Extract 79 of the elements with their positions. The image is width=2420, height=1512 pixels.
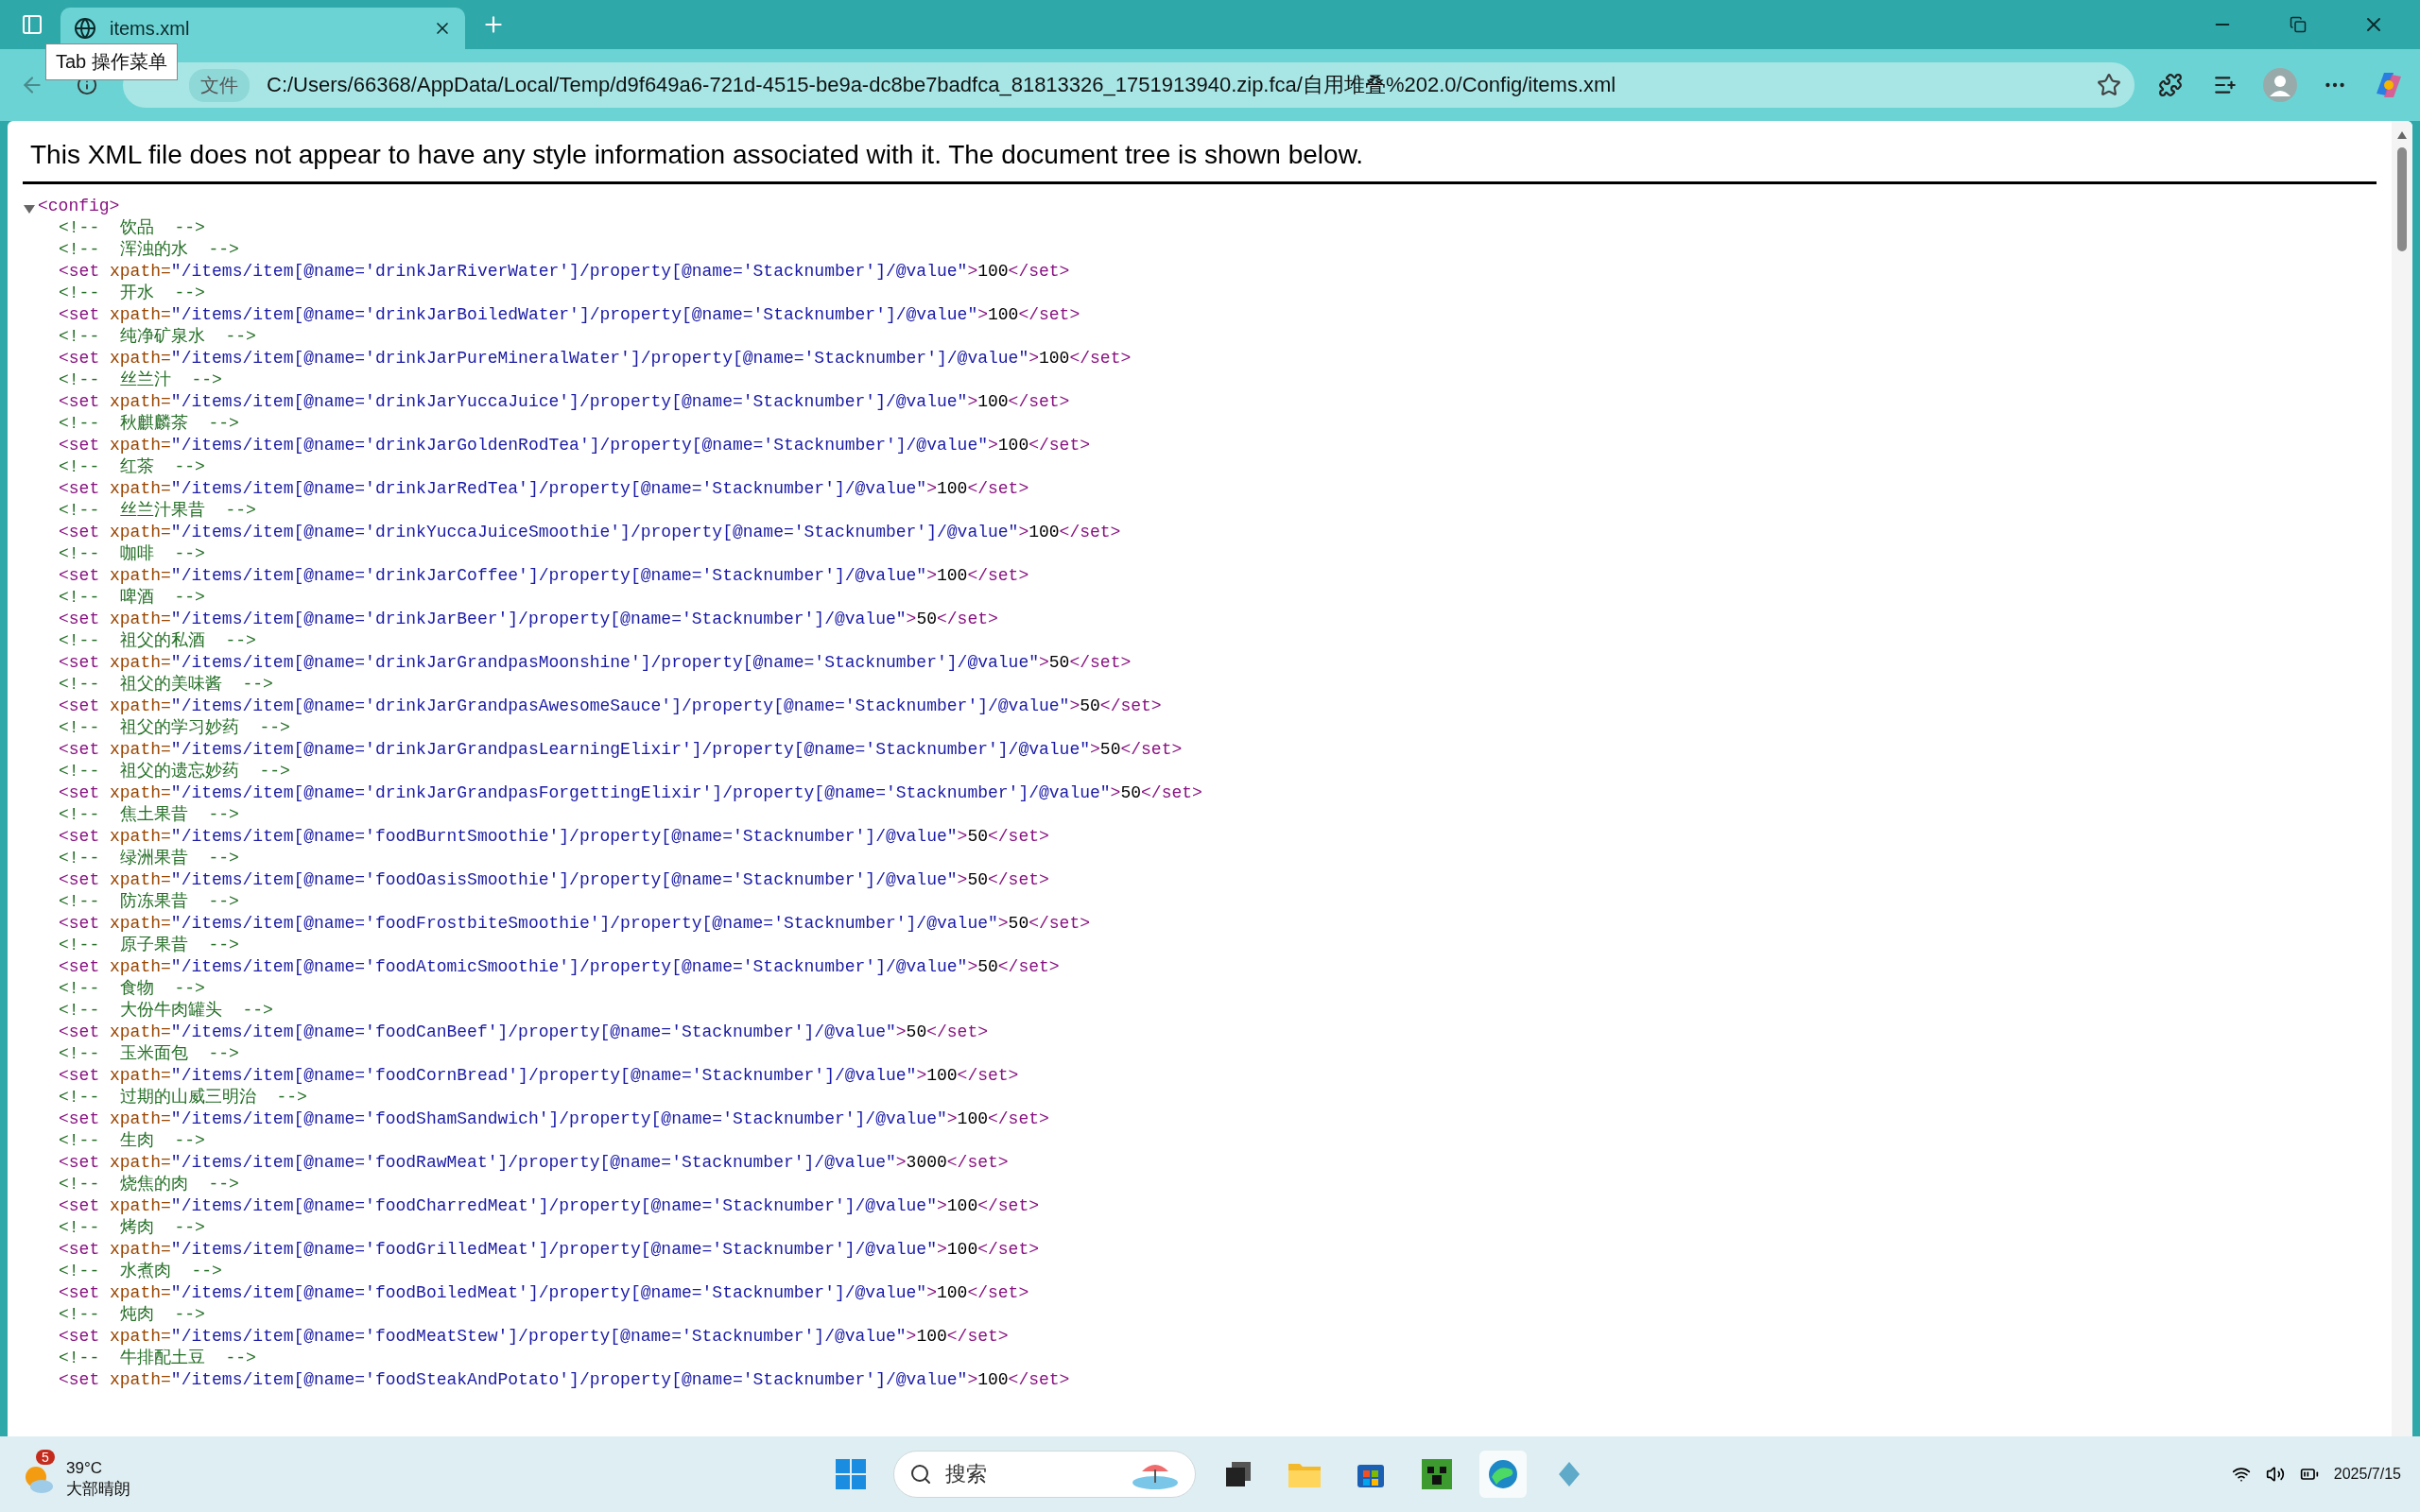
weather-widget[interactable]: 5 39°C 大部晴朗 — [19, 1449, 130, 1500]
code-line: <set xpath="/items/item[@name='drinkJarCoffee']/property[@name='Stacknumber']/@value">100</set> — [59, 565, 1029, 587]
code-comment: <!-- 啤酒 --> — [59, 587, 205, 609]
code-line: <set xpath="/items/item[@name='drinkJarBeer']/property[@name='Stacknumber']/@value">50</set> — [59, 609, 998, 630]
code-line: <set xpath="/items/item[@name='foodCornBread']/property[@name='Stacknumber']/@value">100</set> — [59, 1065, 1019, 1087]
code-comment: <!-- 开水 --> — [59, 283, 205, 304]
code-comment: <!-- 浑浊的水 --> — [59, 239, 239, 261]
code-comment: <!-- 炖肉 --> — [59, 1304, 205, 1326]
game-block-icon[interactable] — [1421, 1458, 1453, 1490]
code-line: <set xpath="/items/item[@name='foodCanBeef']/property[@name='Stacknumber']/@value">50</set> — [59, 1022, 988, 1043]
code-line: <config> — [38, 196, 120, 217]
code-comment: <!-- 原子果昔 --> — [59, 935, 239, 956]
scrollbar-thumb[interactable] — [2397, 147, 2407, 251]
temperature: 39°C — [66, 1458, 103, 1478]
code-line: <set xpath="/items/item[@name='foodAtomicSmoothie']/property[@name='Stacknumber']/@value">50</set> — [59, 956, 1060, 978]
code-line: <set xpath="/items/item[@name='foodRawMeat']/property[@name='Stacknumber']/@value">3000</set> — [59, 1152, 1009, 1174]
code-comment: <!-- 纯净矿泉水 --> — [59, 326, 256, 348]
xml-notice: This XML file does not appear to have any style information associated with it. The document tree is shown below. — [23, 132, 2377, 184]
code-comment: <!-- 牛排配土豆 --> — [59, 1348, 256, 1369]
code-line: <set xpath="/items/item[@name='foodBoiledMeat']/property[@name='Stacknumber']/@value">100</set> — [59, 1282, 1029, 1304]
restore-icon[interactable] — [2290, 16, 2307, 33]
code-comment: <!-- 绿洲果昔 --> — [59, 848, 239, 869]
code-line: <set xpath="/items/item[@name='foodBurntSmoothie']/property[@name='Stacknumber']/@value">50</set> — [59, 826, 1049, 848]
code-line: <set xpath="/items/item[@name='drinkJarPureMineralWater']/property[@name='Stacknumber']/@value">100</set> — [59, 348, 1132, 369]
code-line: <set xpath="/items/item[@name='drinkJarGrandpasLearningElixir']/property[@name='Stacknumber']/@value">50</set> — [59, 739, 1183, 761]
code-comment: <!-- 过期的山威三明治 --> — [59, 1087, 307, 1108]
code-line: <set xpath="/items/item[@name='drinkJarRiverWater']/property[@name='Stacknumber']/@value">100</set> — [59, 261, 1070, 283]
date: 2025/7/15 — [2333, 1466, 2401, 1483]
code-line: <set xpath="/items/item[@name='foodOasisSmoothie']/property[@name='Stacknumber']/@value">50</set> — [59, 869, 1049, 891]
code-comment: <!-- 祖父的学习妙药 --> — [59, 717, 290, 739]
globe-icon — [74, 17, 96, 40]
code-line: <set xpath="/items/item[@name='foodShamSandwich']/property[@name='Stacknumber']/@value">100</set> — [59, 1108, 1049, 1130]
wifi-icon[interactable] — [2231, 1465, 2251, 1484]
code-comment: <!-- 祖父的遗忘妙药 --> — [59, 761, 290, 782]
code-comment: <!-- 生肉 --> — [59, 1130, 205, 1152]
code-line: <set xpath="/items/item[@name='drinkJarRedTea']/property[@name='Stacknumber']/@value">100</set> — [59, 478, 1029, 500]
code-comment: <!-- 咖啡 --> — [59, 543, 205, 565]
task-view-icon[interactable] — [1224, 1460, 1253, 1488]
scroll-up-icon[interactable] — [2396, 130, 2408, 140]
code-comment: <!-- 焦土果昔 --> — [59, 804, 239, 826]
code-comment: <!-- 红茶 --> — [59, 456, 205, 478]
code-comment: <!-- 祖父的美味酱 --> — [59, 674, 273, 696]
code-comment: <!-- 饮品 --> — [59, 217, 205, 239]
notification-badge: 5 — [36, 1449, 55, 1465]
favorite-star-icon[interactable] — [2097, 73, 2121, 97]
file-chip: 文件 — [189, 68, 250, 102]
taskbar-search-field[interactable]: 搜索 — [893, 1451, 1196, 1498]
code-comment: <!-- 防冻果昔 --> — [59, 891, 239, 913]
code-line: <set xpath="/items/item[@name='foodFrostbiteSmoothie']/property[@name='Stacknumber']/@value">50</set> — [59, 913, 1091, 935]
browser-tab[interactable]: items.xml — [60, 8, 465, 49]
weather-condition: 大部晴朗 — [66, 1478, 130, 1500]
code-comment: <!-- 丝兰汁 --> — [59, 369, 222, 391]
code-comment: <!-- 秋麒麟茶 --> — [59, 413, 239, 435]
puzzle-icon[interactable] — [2158, 73, 2183, 97]
windows-start-icon[interactable] — [835, 1458, 867, 1490]
code-line: <set xpath="/items/item[@name='foodSteakAndPotato']/property[@name='Stacknumber']/@value">100</set> — [59, 1369, 1070, 1391]
code-comment: <!-- 水煮肉 --> — [59, 1261, 222, 1282]
code-comment: <!-- 烧焦的肉 --> — [59, 1174, 239, 1195]
tooltip: Tab 操作菜单 — [45, 43, 178, 80]
code-line: <set xpath="/items/item[@name='drinkYuccaJuiceSmoothie']/property[@name='Stacknumber']/@value">100</set> — [59, 522, 1121, 543]
code-comment: <!-- 玉米面包 --> — [59, 1043, 239, 1065]
code-line: <set xpath="/items/item[@name='foodGrilledMeat']/property[@name='Stacknumber']/@value">100</set> — [59, 1239, 1039, 1261]
code-comment: <!-- 丝兰汁果昔 --> — [59, 500, 256, 522]
code-line: <set xpath="/items/item[@name='foodCharredMeat']/property[@name='Stacknumber']/@value">100</set> — [59, 1195, 1039, 1217]
code-line: <set xpath="/items/item[@name='drinkJarGrandpasForgettingElixir']/property[@name='Stacknumber']/@value">50</set> — [59, 782, 1202, 804]
code-comment: <!-- 食物 --> — [59, 978, 205, 1000]
browser-app-icon[interactable] — [1479, 1451, 1527, 1498]
search-icon — [909, 1463, 932, 1486]
code-comment: <!-- 烤肉 --> — [59, 1217, 205, 1239]
sidebar-panel-icon[interactable] — [21, 13, 43, 36]
code-line: <set xpath="/items/item[@name='drinkJarYuccaJuice']/property[@name='Stacknumber']/@value">100</set> — [59, 391, 1070, 413]
volume-icon[interactable] — [2265, 1465, 2285, 1484]
code-line: <set xpath="/items/item[@name='drinkJarGrandpasMoonshine']/property[@name='Stacknumber']/@value">50</set> — [59, 652, 1132, 674]
code-comment: <!-- 祖父的私酒 --> — [59, 630, 256, 652]
code-line: <set xpath="/items/item[@name='foodMeatStew']/property[@name='Stacknumber']/@value">100</set> — [59, 1326, 1009, 1348]
code-line: <set xpath="/items/item[@name='drinkJarGrandpasAwesomeSauce']/property[@name='Stacknumber']/@value">50</set> — [59, 696, 1162, 717]
code-line: <set xpath="/items/item[@name='drinkJarGoldenRodTea']/property[@name='Stacknumber']/@value">100</set> — [59, 435, 1090, 456]
code-comment: <!-- 大份牛肉罐头 --> — [59, 1000, 273, 1022]
code-line: <set xpath="/items/item[@name='drinkJarBoiledWater']/property[@name='Stacknumber']/@value">100</set> — [59, 304, 1080, 326]
